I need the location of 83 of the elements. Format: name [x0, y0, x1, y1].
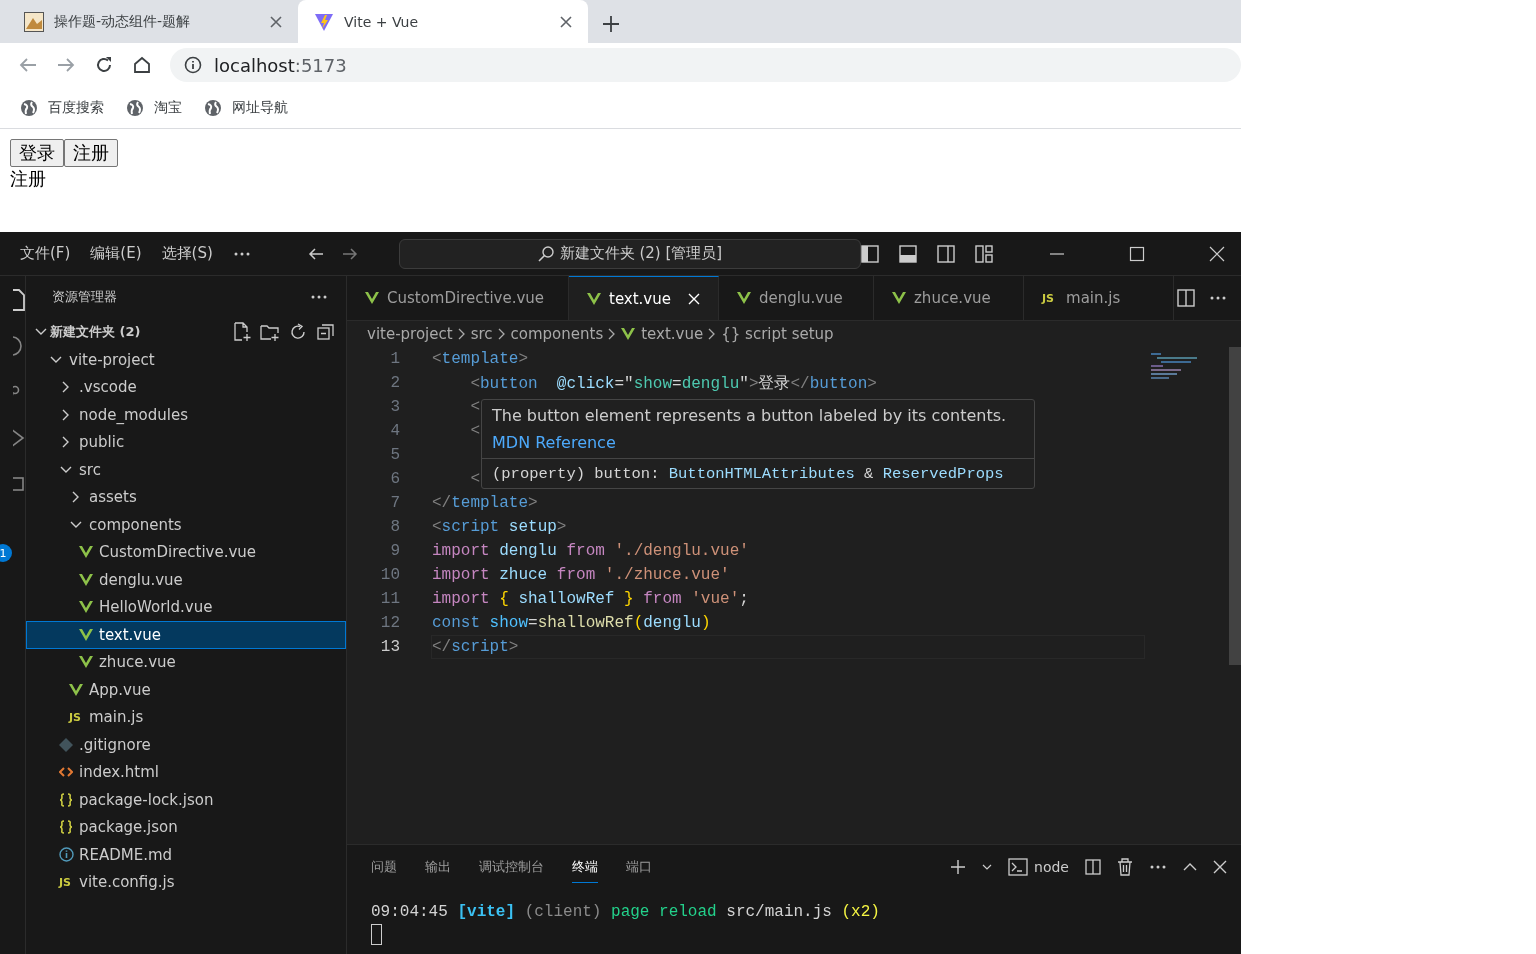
file-item[interactable]: package.json [26, 813, 346, 841]
line-number: 10 [379, 566, 400, 584]
file-item[interactable]: App.vue [26, 676, 346, 704]
folder-item[interactable]: assets [26, 483, 346, 511]
menu-item[interactable]: 编辑(E) [90, 244, 142, 263]
mdn-link[interactable]: MDN Reference [482, 425, 1034, 458]
line-number: 5 [389, 446, 400, 464]
menu-item[interactable]: 文件(F) [20, 244, 71, 263]
command-center[interactable]: 新建文件夹 (2) [管理员] [398, 238, 861, 269]
breadcrumb-item[interactable]: src [470, 325, 493, 343]
line-number: 12 [379, 614, 400, 632]
js-file-icon: JS [59, 875, 79, 889]
panel-tab[interactable]: 调试控制台 [479, 851, 544, 883]
folder-item[interactable]: node_modules [26, 401, 346, 429]
tooltip-text: The button element represents a button labeled by its contents. [491, 405, 1008, 425]
code-line: import { shallowRef } from 'vue'; [432, 590, 749, 608]
terminal-output: 09:04:45 [vite] (client) page reload src/main.js (x2) [371, 903, 881, 921]
file-item[interactable]: README.md [26, 841, 346, 869]
code-line: < [469, 398, 480, 416]
folder-item[interactable]: src [26, 456, 346, 484]
folder-item[interactable]: public [26, 428, 346, 456]
file-item[interactable]: JS vite.config.js [26, 868, 346, 896]
code-line: import denglu from './denglu.vue' [432, 542, 749, 560]
folder-item[interactable]: vite-project [26, 346, 346, 374]
folder-item[interactable]: components [26, 511, 346, 539]
panel-tab[interactable]: 终端 [572, 851, 598, 883]
bookmark[interactable]: 百度搜索 [20, 98, 104, 117]
line-number: 2 [389, 374, 400, 392]
bookmark[interactable]: 网址导航 [204, 98, 288, 117]
line-number: 11 [379, 590, 400, 608]
editor-tab[interactable]: denglu.vue [719, 276, 874, 320]
browser-tab[interactable]: 操作题-动态组件-题解 [8, 0, 298, 43]
bookmark[interactable]: 淘宝 [126, 98, 182, 117]
js-file-icon: JS [1042, 291, 1054, 305]
breadcrumb-item[interactable]: {} script setup [721, 325, 834, 343]
sidebar-title: 资源管理器 [52, 288, 117, 306]
panel-tab[interactable]: 输出 [425, 851, 451, 883]
terminal-selector[interactable]: node [1008, 858, 1069, 876]
editor-tab[interactable]: zhuce.vue [874, 276, 1024, 320]
line-number: 6 [389, 470, 400, 488]
page-text: 注册 [10, 167, 47, 191]
file-item[interactable]: JS main.js [26, 703, 346, 731]
panel-tab[interactable]: 端口 [626, 851, 652, 883]
file-item[interactable]: text.vue [26, 621, 346, 649]
code-line: const show=shallowRef(denglu) [432, 614, 711, 632]
menu-item[interactable]: 选择(S) [161, 244, 213, 263]
file-item[interactable]: zhuce.vue [26, 648, 346, 676]
file-item[interactable]: index.html [26, 758, 346, 786]
file-item[interactable]: HelloWorld.vue [26, 593, 346, 621]
line-number: 8 [389, 518, 400, 536]
line-number: 13 [379, 638, 400, 656]
panel-tab[interactable]: 问题 [371, 851, 397, 883]
breadcrumb-item[interactable]: text.vue [621, 325, 704, 343]
notification-badge: 1 [0, 544, 12, 562]
file-item[interactable]: package-lock.json [26, 786, 346, 814]
code-line: import zhuce from './zhuce.vue' [432, 566, 730, 584]
code-line: <button @click="show=denglu">登录</button> [469, 373, 877, 394]
line-number: 1 [389, 350, 400, 368]
folder-item[interactable]: .vscode [26, 373, 346, 401]
editor-tab[interactable]: JS main.js [1024, 276, 1174, 320]
page-button[interactable]: 注册 [64, 139, 118, 167]
code-line: </template> [432, 494, 538, 512]
browser-tab[interactable]: Vite + Vue [298, 0, 588, 43]
line-number: 4 [389, 422, 400, 440]
address-bar[interactable]: localhost:5173 [170, 48, 1241, 82]
breadcrumb-item[interactable]: components [510, 325, 604, 343]
breadcrumb-item[interactable]: vite-project [367, 325, 453, 343]
folder-header[interactable]: 新建文件夹 (2) [50, 323, 232, 341]
line-number: 3 [389, 398, 400, 416]
code-line: < [469, 470, 480, 488]
line-number: 7 [389, 494, 400, 512]
type-signature: (property) button: ButtonHTMLAttributes & ReservedProps [482, 458, 1034, 488]
file-item[interactable]: CustomDirective.vue [26, 538, 346, 566]
code-line: < [469, 422, 480, 440]
file-item[interactable]: denglu.vue [26, 566, 346, 594]
file-item[interactable]: .gitignore [26, 731, 346, 759]
code-line: <template> [432, 350, 529, 368]
editor-tab[interactable]: text.vue [569, 276, 719, 320]
js-file-icon: JS [69, 710, 89, 724]
code-line: </script> [432, 638, 519, 656]
page-button[interactable]: 登录 [10, 139, 64, 167]
code-line: <script setup> [432, 518, 567, 536]
line-number: 9 [389, 542, 400, 560]
